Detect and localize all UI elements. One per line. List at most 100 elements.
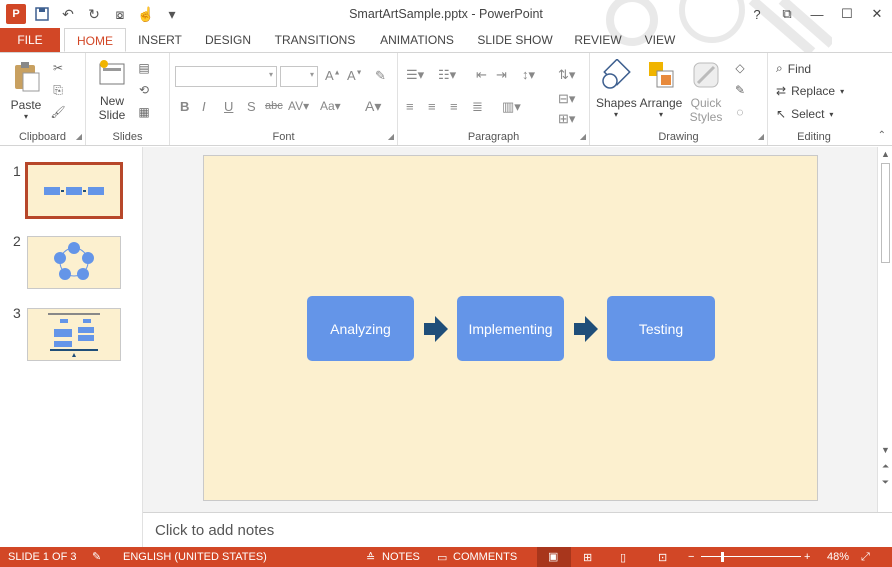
close-button[interactable]: ✕	[862, 0, 892, 28]
text-shadow-icon[interactable]: S	[247, 99, 256, 114]
columns-icon[interactable]: ▥▾	[502, 99, 521, 115]
scroll-down-icon[interactable]: ▼	[880, 445, 891, 455]
tab-animations[interactable]: ANIMATIONS	[372, 28, 462, 52]
paste-dropdown-icon: ▾	[23, 112, 28, 121]
ribbon-display-options-button[interactable]: ⧉	[772, 0, 802, 28]
shape-effects-icon[interactable]: ◌	[732, 105, 748, 119]
vertical-scrollbar[interactable]: ▲ ▼ ⏶ ⏷	[877, 147, 892, 512]
paste-label: Paste	[10, 98, 42, 112]
maximize-button[interactable]: ☐	[832, 0, 862, 28]
quick-styles-button[interactable]: Quick Styles	[686, 59, 726, 124]
change-case-icon[interactable]: Aa▾	[320, 99, 341, 113]
shape-outline-icon[interactable]: ✎	[732, 83, 748, 97]
comments-button[interactable]: COMMENTS	[453, 551, 517, 563]
convert-smartart-icon[interactable]: ⊞▾	[558, 111, 575, 127]
slide-thumbnail-3[interactable]	[27, 308, 121, 361]
zoom-in-button[interactable]: +	[804, 551, 810, 563]
decrease-indent-icon[interactable]: ⇤	[476, 67, 487, 83]
shapes-button[interactable]: Shapes ▾	[596, 58, 637, 119]
tab-review[interactable]: REVIEW	[570, 28, 626, 52]
align-text-icon[interactable]: ⊟▾	[558, 91, 575, 107]
arrange-label: Arrange	[639, 96, 683, 110]
previous-slide-icon[interactable]: ⏶	[880, 461, 891, 472]
collapse-ribbon-icon[interactable]: ⌃	[878, 130, 886, 141]
clipboard-launcher-icon[interactable]: ◢	[76, 132, 82, 141]
clear-formatting-icon[interactable]: ✎	[375, 68, 386, 84]
select-button[interactable]: ↖ Select ▾	[776, 107, 833, 121]
drawing-launcher-icon[interactable]: ◢	[758, 132, 764, 141]
reading-view-icon[interactable]: ▯	[620, 551, 626, 564]
justify-icon[interactable]: ≣	[472, 99, 483, 115]
zoom-slider[interactable]	[701, 556, 801, 557]
paragraph-group-label: Paragraph	[467, 131, 520, 143]
character-spacing-icon[interactable]: AV▾	[288, 99, 309, 113]
zoom-out-button[interactable]: −	[688, 551, 694, 563]
smartart-box-testing[interactable]: Testing	[607, 296, 715, 361]
current-slide[interactable]: Analyzing Implementing Testing	[203, 155, 818, 501]
comments-icon[interactable]: ▭	[437, 551, 447, 564]
new-slide-button[interactable]: New Slide	[94, 59, 130, 122]
status-bar: SLIDE 1 OF 3 ✎ ENGLISH (UNITED STATES) ≙…	[0, 547, 892, 567]
shapes-icon	[602, 58, 631, 89]
increase-indent-icon[interactable]: ⇥	[496, 67, 507, 83]
tab-slide-show[interactable]: SLIDE SHOW	[476, 28, 554, 52]
tab-insert[interactable]: INSERT	[134, 28, 186, 52]
tab-design[interactable]: DESIGN	[200, 28, 256, 52]
scroll-up-icon[interactable]: ▲	[880, 149, 891, 159]
font-launcher-icon[interactable]: ◢	[388, 132, 394, 141]
replace-button[interactable]: ⇄ Replace ▾	[776, 84, 844, 98]
align-left-icon[interactable]: ≡	[406, 99, 414, 114]
reset-icon[interactable]: ⟲	[136, 83, 152, 97]
zoom-slider-handle[interactable]	[721, 552, 724, 562]
arrange-button[interactable]: Arrange ▾	[638, 59, 684, 119]
bullets-icon[interactable]: ☰▾	[406, 67, 424, 83]
slide-thumbnail-1[interactable]	[25, 162, 123, 219]
slides-group: New Slide ▤ ⟲ ▦ Slides	[86, 53, 170, 145]
minimize-button[interactable]: —	[802, 0, 832, 28]
font-size-dropdown[interactable]: ▾	[280, 66, 318, 87]
slide-sorter-view-icon[interactable]: ⊞	[583, 551, 592, 564]
shrink-font-icon[interactable]: A▼	[347, 68, 363, 83]
help-button[interactable]: ?	[742, 0, 772, 28]
section-icon[interactable]: ▦	[136, 105, 152, 119]
tab-view[interactable]: VIEW	[638, 28, 682, 52]
paste-button[interactable]: Paste ▾	[6, 61, 46, 121]
find-button[interactable]: ⌕ Find	[776, 61, 811, 76]
numbering-icon[interactable]: ☷▾	[438, 67, 456, 83]
cut-icon[interactable]: ✂	[50, 61, 66, 75]
tab-transitions[interactable]: TRANSITIONS	[270, 28, 360, 52]
scrollbar-thumb[interactable]	[881, 163, 890, 263]
replace-icon: ⇄	[776, 84, 787, 98]
align-center-icon[interactable]: ≡	[428, 99, 436, 114]
layout-icon[interactable]: ▤	[136, 61, 152, 75]
tab-file[interactable]: FILE	[0, 28, 60, 52]
next-slide-icon[interactable]: ⏷	[880, 477, 891, 488]
notes-toggle-icon[interactable]: ≙	[366, 551, 375, 564]
language-indicator[interactable]: ENGLISH (UNITED STATES)	[123, 551, 267, 563]
grow-font-icon[interactable]: A▲	[325, 68, 341, 83]
spelling-check-icon[interactable]: ✎	[92, 550, 101, 563]
zoom-level[interactable]: 48%	[827, 551, 849, 563]
tab-home[interactable]: HOME	[64, 28, 126, 52]
align-right-icon[interactable]: ≡	[450, 99, 458, 114]
paragraph-launcher-icon[interactable]: ◢	[580, 132, 586, 141]
text-direction-icon[interactable]: ⇅▾	[558, 67, 575, 83]
italic-icon[interactable]: I	[202, 99, 206, 114]
underline-icon[interactable]: U	[224, 99, 233, 114]
copy-icon[interactable]: ⎘	[50, 83, 66, 97]
notes-toggle-button[interactable]: NOTES	[382, 551, 420, 563]
font-name-dropdown[interactable]: ▾	[175, 66, 277, 87]
slide-thumbnail-2[interactable]	[27, 236, 121, 289]
bold-icon[interactable]: B	[180, 99, 189, 114]
notes-pane[interactable]: Click to add notes	[143, 512, 892, 547]
fit-to-window-icon[interactable]: ⤢	[861, 551, 870, 564]
smartart-box-analyzing[interactable]: Analyzing	[307, 296, 414, 361]
strikethrough-icon[interactable]: abc	[265, 100, 283, 112]
slideshow-view-icon[interactable]: ⊡	[658, 551, 667, 564]
font-color-icon[interactable]: A▾	[365, 98, 381, 115]
normal-view-button[interactable]: ▣	[537, 547, 571, 567]
line-spacing-icon[interactable]: ↕▾	[522, 67, 535, 83]
format-painter-icon[interactable]: 🖌	[50, 105, 66, 119]
smartart-box-implementing[interactable]: Implementing	[457, 296, 564, 361]
shape-fill-icon[interactable]: ◇	[732, 61, 748, 75]
